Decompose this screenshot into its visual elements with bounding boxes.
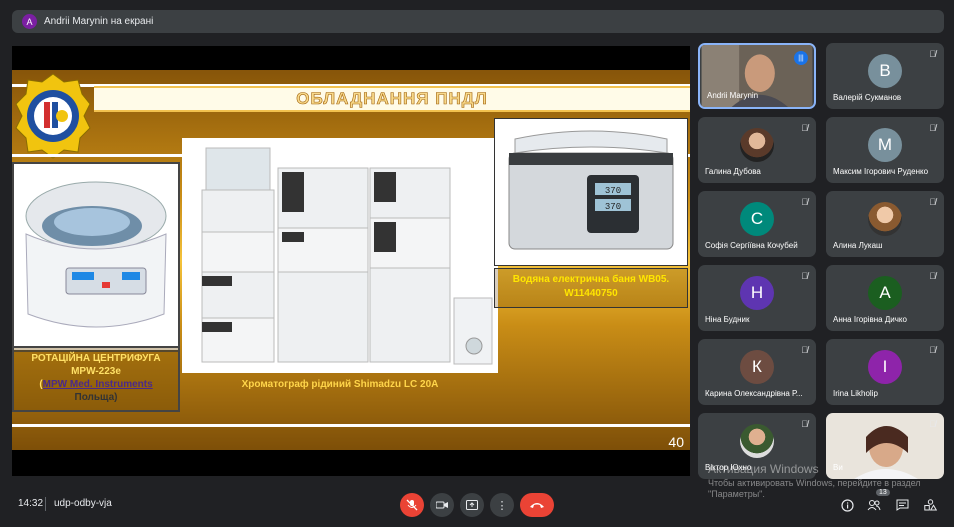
present-icon <box>466 500 478 510</box>
slide-bottom-band <box>12 450 690 476</box>
divider <box>45 497 46 511</box>
water-bath-caption: Водяна електрична баня WB05. W11440750 <box>494 268 688 308</box>
more-options-button[interactable]: ⋮ <box>490 493 514 517</box>
meeting-details-button[interactable] <box>838 496 856 514</box>
participant-avatar: А <box>868 276 902 310</box>
activities-button[interactable] <box>921 496 939 514</box>
mic-off-icon: 🎙̸ <box>929 49 936 59</box>
participant-name: Irina Likholip <box>833 389 878 398</box>
participant-photo <box>868 202 902 236</box>
participant-avatar: I <box>868 350 902 384</box>
participant-tile[interactable]: 🎙̸ Алина Лукаш <box>826 191 944 257</box>
bath-caption-line1: Водяна електрична баня WB05. <box>512 274 670 285</box>
mic-off-icon <box>406 499 418 511</box>
present-button[interactable] <box>460 493 484 517</box>
participant-name: Ви <box>833 463 843 472</box>
participant-tile[interactable]: 🎙̸ Галина Дубова <box>698 117 816 183</box>
meet-window: A Andrii Marynin на екрані ОБЛАДНАННЯ ПН… <box>0 0 954 527</box>
participant-avatar: В <box>868 54 902 88</box>
participant-tile[interactable]: 🎙̸ В Валерій Сукманов <box>826 43 944 109</box>
presenter-avatar: A <box>22 14 37 29</box>
mic-off-icon: 🎙̸ <box>801 197 808 207</box>
participant-name: Andrii Marynin <box>707 91 759 100</box>
slide-title-band: ОБЛАДНАННЯ ПНДЛ <box>94 86 690 112</box>
hplc-image <box>182 138 498 373</box>
participant-avatar: М <box>868 128 902 162</box>
chat-button[interactable] <box>893 496 911 514</box>
clock: 14:32 <box>18 498 44 509</box>
participant-tile[interactable]: 🎙̸ М Максим Ігорович Руденко <box>826 117 944 183</box>
slide: ОБЛАДНАННЯ ПНДЛ РОТАЦІЙНА ЦЕНТРИФУГА MPW… <box>12 46 690 476</box>
speaking-indicator-icon: ||| <box>794 51 808 65</box>
people-count-badge: 13 <box>876 489 890 496</box>
participant-tile[interactable]: ||| Andrii Marynin <box>698 43 816 109</box>
mic-off-icon: 🎙̸ <box>929 197 936 207</box>
participant-tile[interactable]: 🎙̸ Н Ніна Будник <box>698 265 816 331</box>
participant-tile-self[interactable]: 🎙̸ Ви <box>826 413 944 479</box>
info-icon <box>840 498 854 512</box>
centrifuge-caption-link: MPW Med. Instruments <box>42 379 153 390</box>
mic-off-icon: 🎙̸ <box>801 123 808 133</box>
participant-avatar: С <box>740 202 774 236</box>
mic-off-icon: 🎙̸ <box>929 271 936 281</box>
mic-off-icon: 🎙̸ <box>929 419 936 429</box>
participant-name: Ніна Будник <box>705 315 750 324</box>
water-bath-image: 370 370 <box>494 118 688 266</box>
end-call-icon <box>530 503 544 508</box>
hplc-caption: Хроматограф рідиний Shimadzu LC 20A <box>241 379 439 390</box>
windows-watermark-title: Активация Windows <box>708 462 819 476</box>
leave-call-button[interactable] <box>520 493 554 517</box>
participant-name: Максим Ігорович Руденко <box>833 167 929 176</box>
centrifuge-caption-line4: Польща) <box>74 392 118 403</box>
participant-avatar: Н <box>740 276 774 310</box>
university-logo-icon <box>15 73 91 159</box>
presentation-stage[interactable]: ОБЛАДНАННЯ ПНДЛ РОТАЦІЙНА ЦЕНТРИФУГА MPW… <box>12 46 690 476</box>
more-icon: ⋮ <box>496 499 508 512</box>
bath-display-2: 370 <box>605 202 621 212</box>
camera-icon <box>436 501 448 509</box>
participant-photo <box>740 128 774 162</box>
activities-icon <box>923 499 937 511</box>
participant-name: Валерій Сукманов <box>833 93 902 102</box>
participant-photo <box>740 424 774 458</box>
meeting-code: udp-odby-vja <box>54 498 112 509</box>
slide-top-band <box>12 46 690 70</box>
chat-icon <box>896 499 908 511</box>
camera-toggle-button[interactable] <box>430 493 454 517</box>
participant-name: Карина Олександрівна Р... <box>705 389 803 398</box>
presenter-label: Andrii Marynin на екрані <box>44 16 154 27</box>
centrifuge-image <box>12 162 180 352</box>
participant-name: Алина Лукаш <box>833 241 883 250</box>
presenter-bar: A Andrii Marynin на екрані <box>12 10 944 33</box>
bath-display-1: 370 <box>605 186 621 196</box>
mic-off-icon: 🎙̸ <box>801 271 808 281</box>
mic-toggle-button[interactable] <box>400 493 424 517</box>
mic-off-icon: 🎙̸ <box>929 345 936 355</box>
slide-page-number: 40 <box>668 434 684 450</box>
self-video <box>826 413 944 479</box>
participant-name: Галина Дубова <box>705 167 761 176</box>
slide-divider <box>12 424 690 427</box>
participant-name: Анна Ігорівна Дичко <box>833 315 907 324</box>
windows-watermark-text: Чтобы активировать Windows, перейдите в … <box>708 478 921 499</box>
people-button[interactable] <box>865 496 883 514</box>
centrifuge-caption-line1: РОТАЦІЙНА ЦЕНТРИФУГА <box>31 353 161 364</box>
centrifuge-caption: РОТАЦІЙНА ЦЕНТРИФУГА MPW-223e (MPW Med. … <box>12 346 180 412</box>
participant-tile[interactable]: 🎙̸ С Софія Сергіївна Кочубей <box>698 191 816 257</box>
centrifuge-caption-line2: MPW-223e <box>71 366 121 377</box>
mic-off-icon: 🎙̸ <box>929 123 936 133</box>
participant-tile[interactable]: 🎙̸ А Анна Ігорівна Дичко <box>826 265 944 331</box>
slide-title: ОБЛАДНАННЯ ПНДЛ <box>296 89 488 109</box>
bath-caption-line2: W11440750 <box>564 288 618 299</box>
mic-off-icon: 🎙̸ <box>801 419 808 429</box>
participant-name: Софія Сергіївна Кочубей <box>705 241 798 250</box>
participant-tile[interactable]: 🎙̸ I Irina Likholip <box>826 339 944 405</box>
mic-off-icon: 🎙̸ <box>801 345 808 355</box>
people-icon <box>867 500 881 511</box>
participant-tile[interactable]: 🎙̸ К Карина Олександрівна Р... <box>698 339 816 405</box>
participant-avatar: К <box>740 350 774 384</box>
